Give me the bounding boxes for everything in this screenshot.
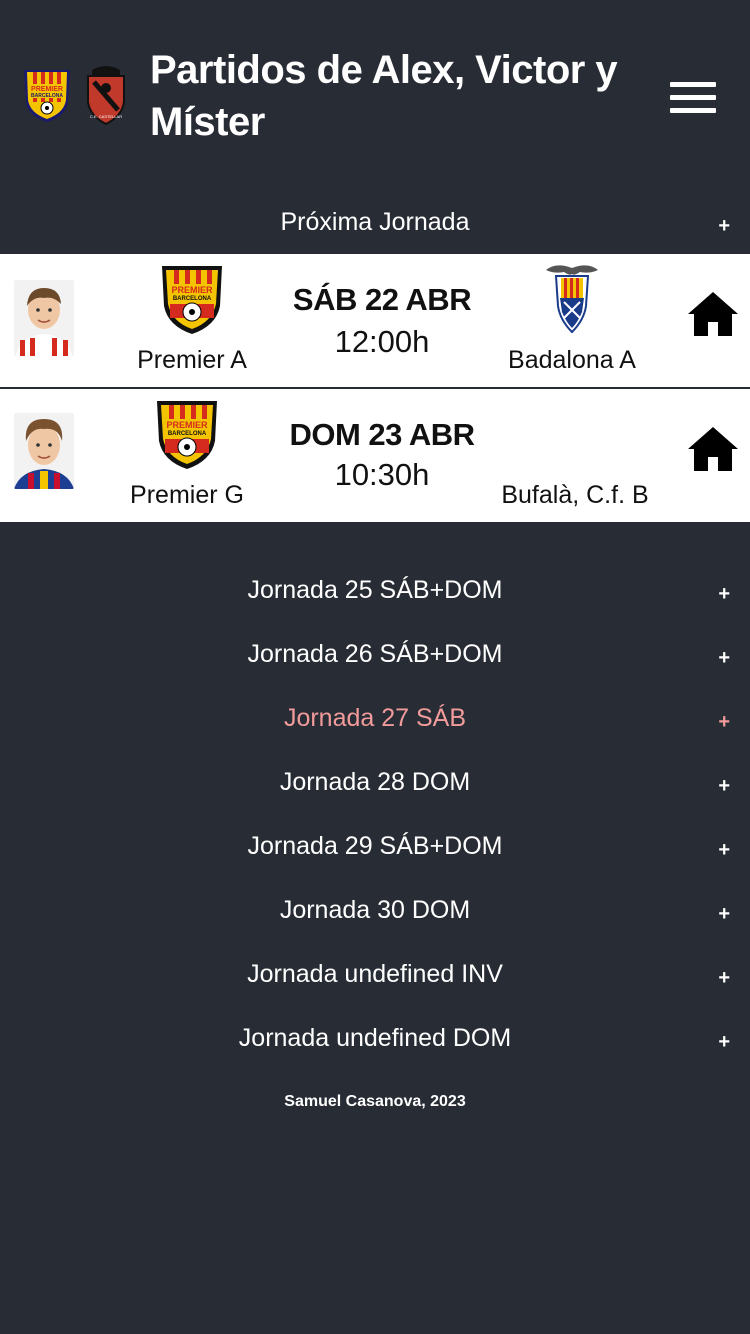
expand-plus-icon[interactable]: +	[718, 700, 730, 744]
svg-text:PREMIER: PREMIER	[31, 86, 63, 93]
jornada-label: Jornada 30 DOM	[279, 896, 471, 924]
jornada-30-header[interactable]: Jornada 30 DOM +	[0, 888, 750, 932]
jornada-label: Jornada 28 DOM	[279, 768, 471, 796]
player-avatar-alex	[14, 280, 74, 356]
jornada-27-header[interactable]: Jornada 27 SÁB +	[0, 696, 750, 740]
jornada-28-header[interactable]: Jornada 28 DOM +	[0, 760, 750, 804]
jornada-label: Jornada undefined DOM	[238, 1024, 512, 1052]
section-proxima-jornada[interactable]: Próxima Jornada +	[0, 200, 750, 244]
expand-plus-icon[interactable]: +	[718, 892, 730, 936]
expand-plus-icon[interactable]: +	[718, 204, 730, 248]
home-icon	[688, 292, 738, 336]
jornada-label: Jornada 29 SÁB+DOM	[247, 832, 503, 860]
svg-text:BARCELONA: BARCELONA	[168, 431, 207, 437]
castellar-club-logo: C.E. CASTELLAR	[87, 66, 125, 126]
opponent-name: Bufalà, C.f. B	[501, 481, 649, 509]
premier-barcelona-logo: PREMIER BARCELONA	[24, 70, 70, 122]
expand-plus-icon[interactable]: +	[718, 828, 730, 872]
team-name: Premier A	[137, 346, 247, 374]
hamburger-menu-button[interactable]	[670, 82, 718, 116]
jornada-29-header[interactable]: Jornada 29 SÁB+DOM +	[0, 824, 750, 868]
svg-text:PREMIER: PREMIER	[171, 285, 213, 295]
badalona-team-logo	[546, 265, 598, 334]
expand-plus-icon[interactable]: +	[718, 1020, 730, 1064]
match-date: DOM 23 ABR	[289, 417, 475, 452]
team-name: Premier G	[130, 481, 244, 509]
menu-bar-icon	[670, 95, 716, 100]
jornada-26-header[interactable]: Jornada 26 SÁB+DOM +	[0, 632, 750, 676]
expand-plus-icon[interactable]: +	[718, 956, 730, 1000]
jornada-25-header[interactable]: Jornada 25 SÁB+DOM +	[0, 568, 750, 612]
jornada-label: Jornada 26 SÁB+DOM	[247, 640, 503, 668]
svg-text:PREMIER: PREMIER	[166, 420, 208, 430]
premier-team-logo: PREMIER BARCELONA	[162, 266, 222, 334]
jornada-undefined-dom-header[interactable]: Jornada undefined DOM +	[0, 1016, 750, 1060]
home-icon	[688, 427, 738, 471]
opponent-name: Badalona A	[508, 346, 636, 374]
menu-bar-icon	[670, 82, 716, 87]
menu-bar-icon	[670, 108, 716, 113]
svg-text:BARCELONA: BARCELONA	[31, 93, 63, 99]
match-time: 10:30h	[334, 457, 430, 492]
match-card: PREMIER BARCELONA Premier G DOM 23 ABR 1…	[0, 389, 750, 522]
svg-text:C.E. CASTELLAR: C.E. CASTELLAR	[90, 114, 122, 119]
expand-plus-icon[interactable]: +	[718, 636, 730, 680]
page-title: Partidos de Alex, Victor y Míster	[150, 48, 618, 144]
footer-credit: Samuel Casanova, 2023	[284, 1093, 466, 1110]
player-avatar-victor	[14, 413, 74, 489]
match-card: PREMIER BARCELONA Premier A SÁB 22 ABR 1…	[0, 254, 750, 387]
premier-team-logo: PREMIER BARCELONA	[157, 401, 217, 469]
jornada-label: Jornada 25 SÁB+DOM	[247, 576, 503, 604]
expand-plus-icon[interactable]: +	[718, 764, 730, 808]
svg-text:BARCELONA: BARCELONA	[173, 296, 212, 302]
match-date: SÁB 22 ABR	[292, 282, 472, 317]
jornada-label: Jornada undefined INV	[247, 960, 503, 988]
expand-plus-icon[interactable]: +	[718, 572, 730, 616]
app-header: PREMIER BARCELONA C.E. CASTELLAR Partido…	[0, 0, 750, 190]
section-label: Próxima Jornada	[280, 208, 470, 236]
jornada-label: Jornada 27 SÁB	[283, 704, 467, 732]
match-time: 12:00h	[334, 324, 430, 359]
jornada-undefined-inv-header[interactable]: Jornada undefined INV +	[0, 952, 750, 996]
